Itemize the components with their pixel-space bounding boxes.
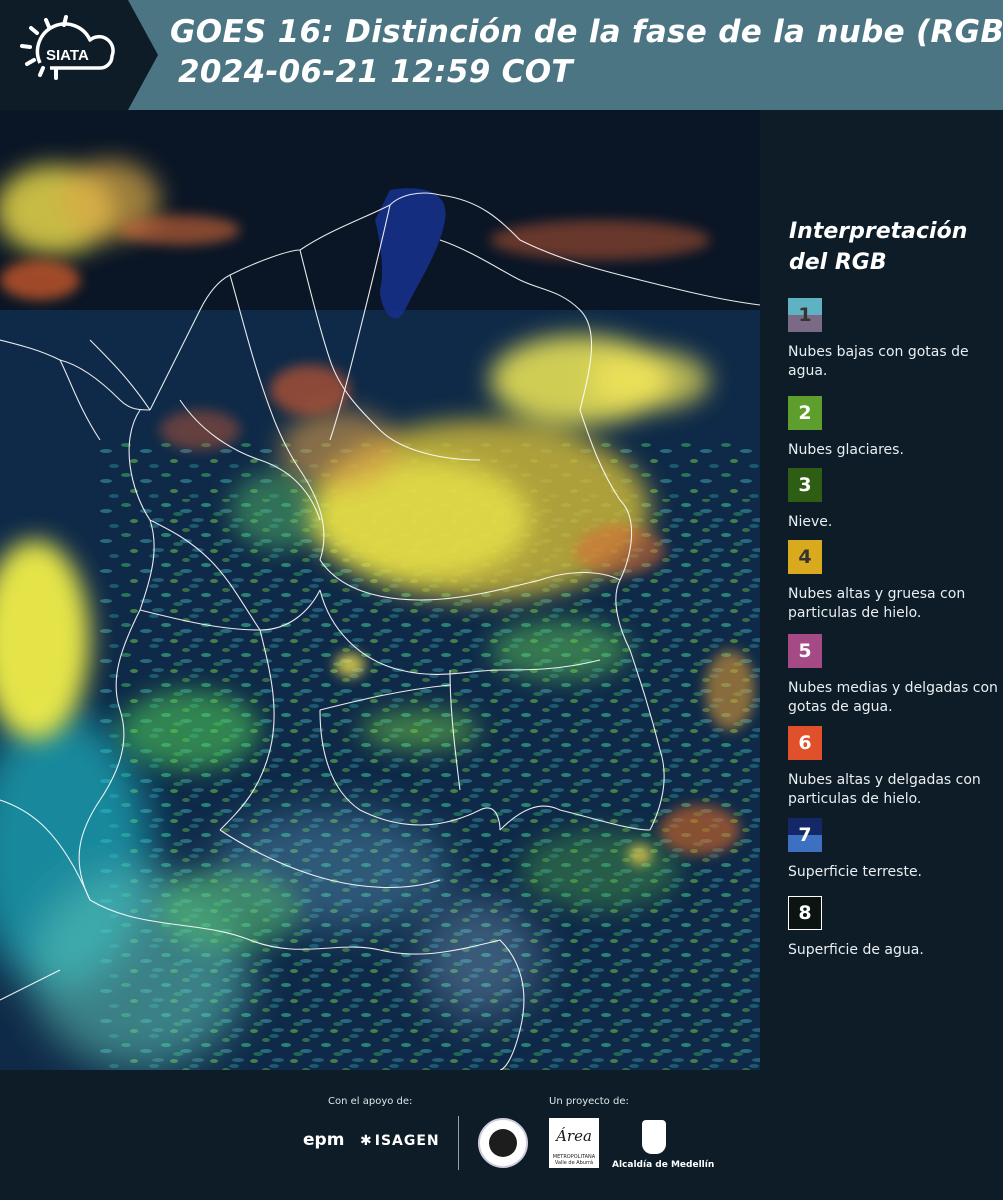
footer: Con el apoyo de: Un proyecto de: epm ✱ IS… <box>0 1070 1003 1200</box>
satellite-rgb-map <box>0 110 760 1070</box>
legend-swatch-6: 6 <box>788 726 822 760</box>
legend-label: Nubes altas y gruesa con particulas de h… <box>788 586 966 621</box>
legend-swatch-5: 5 <box>788 634 822 668</box>
legend-swatch-8: 8 <box>788 896 822 930</box>
legend-swatch-7: 7 <box>788 818 822 852</box>
legend-label: Nieve. <box>788 514 833 530</box>
legend-panel: Interpretación del RGB 1 Nubes bajas con… <box>760 110 1003 1070</box>
siata-logo: SIATA <box>0 0 160 110</box>
timestamp: 2024-06-21 12:59 COT <box>178 54 573 90</box>
isagen-text: ISAGEN <box>374 1133 440 1149</box>
legend-number: 8 <box>798 902 812 924</box>
page-title: GOES 16: Distinción de la fase de la nub… <box>170 14 1003 50</box>
support-label: Con el apoyo de: <box>328 1096 413 1107</box>
siata-logo-text: SIATA <box>46 47 89 64</box>
area-logo-text: Área <box>556 1127 592 1145</box>
isagen-mark-icon: ✱ <box>360 1133 373 1149</box>
legend-swatch-1: 1 <box>788 298 822 332</box>
legend-label: Nubes altas y delgadas con particulas de… <box>788 772 981 807</box>
header: SIATA GOES 16: Distinción de la fase de … <box>0 0 1003 110</box>
legend-label: Superficie terreste. <box>788 864 923 880</box>
legend-label: Nubes medias y delgadas con gotas de agu… <box>788 680 998 715</box>
legend-swatch-2: 2 <box>788 396 822 430</box>
isagen-logo: ✱ ISAGEN <box>360 1133 440 1149</box>
alcaldia-shield-icon <box>642 1120 666 1154</box>
legend-label: Nubes bajas con gotas de agua. <box>788 344 969 379</box>
legend-swatch-4: 4 <box>788 540 822 574</box>
medellin-seal-icon <box>478 1118 528 1168</box>
project-label: Un proyecto de: <box>549 1096 629 1107</box>
legend-title: Interpretación del RGB <box>789 219 968 275</box>
legend-number: 1 <box>798 304 812 326</box>
legend-number: 4 <box>798 546 812 568</box>
legend-label: Superficie de agua. <box>788 942 924 958</box>
legend-number: 5 <box>798 640 812 662</box>
area-logo-subtext: METROPOLITANA Valle de Aburrá <box>552 1154 596 1166</box>
area-metropolitana-logo: Área METROPOLITANA Valle de Aburrá <box>549 1118 599 1168</box>
footer-divider <box>458 1116 459 1170</box>
epm-logo: epm <box>303 1130 345 1150</box>
alcaldia-label: Alcaldía de Medellín <box>612 1160 715 1170</box>
legend-number: 6 <box>798 732 812 754</box>
legend-number: 3 <box>798 474 812 496</box>
legend-swatch-3: 3 <box>788 468 822 502</box>
legend-number: 7 <box>798 824 812 846</box>
legend-number: 2 <box>798 402 812 424</box>
legend-label: Nubes glaciares. <box>788 442 904 458</box>
